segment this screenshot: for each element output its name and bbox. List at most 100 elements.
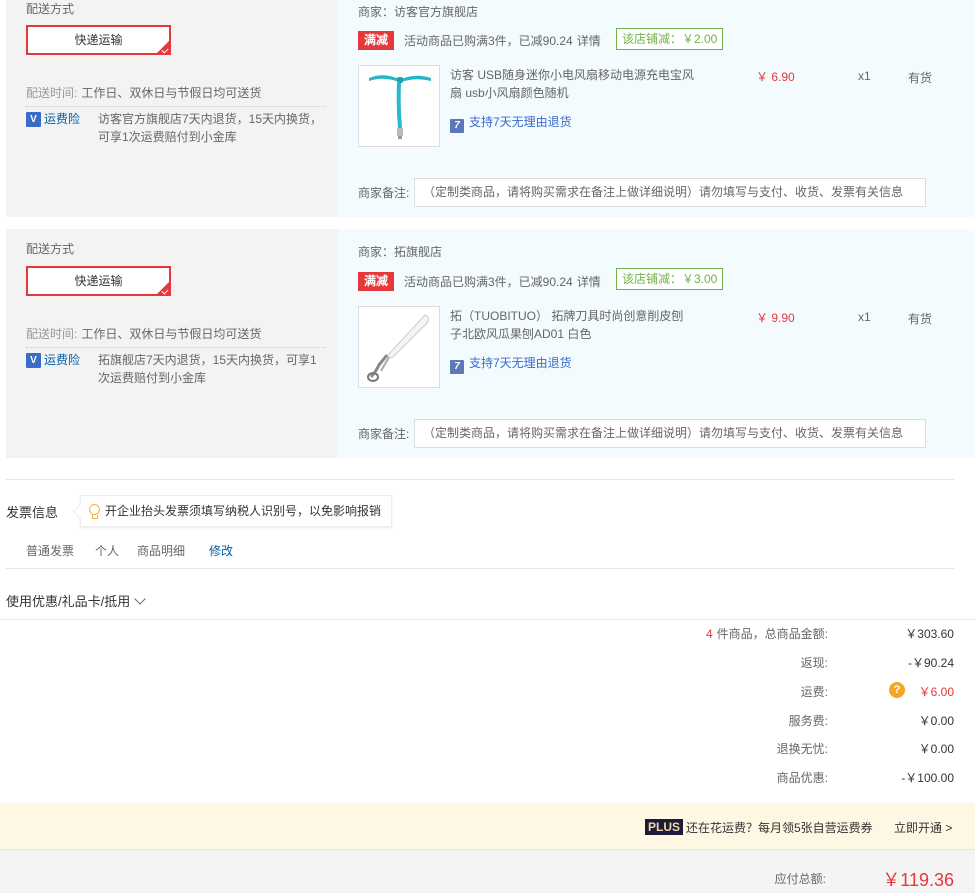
delivery-time-label: 配送时间: [26, 327, 78, 341]
shipment-block-1: 配送方式 快递运输 配送时间: 工作日、双休日与节假日均可送货 V 运费险 访客官… [6, 0, 975, 217]
promo-text: 活动商品已购满3件，已减90.24 详情 [404, 273, 601, 290]
divider [0, 619, 975, 620]
delivery-time-value: 工作日、双休日与节假日均可送货 [81, 86, 262, 100]
invoice-header: 个人 [95, 544, 120, 558]
product-name[interactable]: 拓（TUOBITUO） 拓牌刀具时尚创意削皮刨子北欧风瓜果刨AD01 白色 [450, 307, 695, 343]
promo-tag: 满减 [358, 272, 395, 291]
seven-days-icon: 7 [450, 119, 464, 133]
item-count: 4 [705, 627, 713, 641]
remark-label: 商家备注: [358, 186, 410, 200]
return-policy: 7 支持7天无理由退货 [450, 354, 572, 374]
summary-discount-label: 商品优惠: [776, 771, 828, 785]
order-panel: 商家：访客官方旗舰店 满减 活动商品已购满3件，已减90.24 详情 该店铺减：￥… [338, 0, 975, 217]
delivery-time: 配送时间: 工作日、双休日与节假日均可送货 [26, 84, 261, 101]
remark-label: 商家备注: [358, 427, 410, 441]
product-quantity: x1 [858, 310, 871, 324]
summary-service-value: ￥0.00 [918, 714, 954, 728]
shipping-method-button[interactable]: 快递运输 [26, 266, 171, 296]
peeler-image-svg [367, 314, 430, 382]
summary-worry-free-value: ￥0.00 [918, 742, 954, 756]
promo-detail-link[interactable]: 详情 [577, 34, 601, 48]
product-quantity: x1 [858, 69, 871, 83]
plus-promo-bar: PLUS 还在花运费？每月领5张自营运费券 立即开通 > [0, 803, 975, 849]
promo-text: 活动商品已购满3件，已减90.24 详情 [404, 32, 601, 49]
shield-icon: V [26, 112, 41, 127]
summary-total-goods: 4 件商品，总商品金额: ￥303.60 [0, 625, 975, 645]
coupon-toggle[interactable]: 使用优惠/礼品卡/抵用 [6, 591, 146, 610]
seller-name: 商家：拓旗舰店 [358, 245, 443, 259]
usb-fan-image[interactable] [358, 65, 440, 147]
invoice-tip: 开企业抬头发票须填写纳税人识别号，以免影响报销 [80, 495, 393, 527]
delivery-time: 配送时间: 工作日、双休日与节假日均可送货 [26, 325, 261, 342]
summary-discount-value: -￥100.00 [901, 771, 954, 785]
order-panel: 商家：拓旗舰店 满减 活动商品已购满3件，已减90.24 详情 该店铺减：￥3.0… [338, 229, 975, 458]
shipping-panel: 配送方式 快递运输 配送时间: 工作日、双休日与节假日均可送货 V 运费险 拓旗舰… [6, 229, 338, 458]
promo-desc: 活动商品已购满3件，已减90.24 [404, 34, 573, 48]
payment-label: 应付总额: [774, 872, 826, 886]
insurance-link[interactable]: 运费险 [44, 110, 80, 127]
plus-open-link[interactable]: 立即开通 > [894, 819, 952, 836]
item-count-label: 件商品，总商品金额: [716, 627, 828, 641]
remark-input[interactable]: （定制类商品，请将购买需求在备注上做详细说明）请勿填写与支付、收货、发票有关信息 [414, 178, 926, 207]
delivery-time-label: 配送时间: [26, 86, 78, 100]
summary-total-goods-label: 4 件商品，总商品金额: [706, 625, 828, 642]
shipping-method-label: 快递运输 [74, 274, 123, 288]
summary-total-goods-value: ￥303.60 [905, 627, 954, 641]
chevron-down-icon [134, 593, 146, 605]
summary-freight: 运费: ? ￥6.00 [0, 682, 975, 703]
promo-desc: 活动商品已购满3件，已减90.24 [404, 275, 573, 289]
divider [26, 347, 326, 348]
shipping-label: 配送方式 [26, 2, 75, 16]
invoice-content: 商品明细 [137, 544, 186, 558]
product-name[interactable]: 访客 USB随身迷你小电风扇移动电源充电宝风扇 usb小风扇颜色随机 [450, 66, 695, 102]
insurance-link[interactable]: 运费险 [44, 351, 80, 368]
invoice-tip-text: 开企业抬头发票须填写纳税人识别号，以免影响报销 [105, 504, 382, 518]
invoice-title: 发票信息 [6, 505, 59, 520]
insurance-desc: 访客官方旗舰店7天内退货，15天内换货，可享1次运费赔付到小金库 [98, 112, 323, 144]
lightbulb-icon [89, 504, 100, 519]
summary-worry-free-label: 退换无忧: [776, 742, 828, 756]
payment-bar: 应付总额: ￥119.36 [0, 849, 975, 893]
peeler-image[interactable] [358, 306, 440, 388]
shipping-label: 配送方式 [26, 242, 75, 256]
store-discount: 该店铺减：￥2.00 [616, 28, 724, 50]
summary-rebate-label: 返现: [800, 656, 828, 670]
payment-total: ￥119.36 [882, 870, 954, 890]
question-icon[interactable]: ? [889, 682, 905, 698]
divider [26, 106, 326, 107]
return-policy-label: 支持7天无理由退货 [469, 356, 572, 370]
product-price: ￥ 9.90 [756, 311, 795, 325]
stock-status: 有货 [908, 312, 933, 326]
divider [6, 479, 954, 480]
summary-rebate: 返现: -￥90.24 [0, 654, 975, 674]
return-policy-label: 支持7天无理由退货 [469, 115, 572, 129]
shipping-method-button[interactable]: 快递运输 [26, 25, 171, 55]
summary-discount: 商品优惠: -￥100.00 [0, 769, 975, 789]
summary-freight-label: 运费: [800, 685, 828, 699]
seven-days-icon: 7 [450, 360, 464, 374]
product-price: ￥ 6.90 [756, 70, 795, 84]
usb-fan-image-svg [369, 75, 431, 139]
shipping-method-label: 快递运输 [74, 33, 123, 47]
stock-status: 有货 [908, 71, 933, 85]
invoice-type: 普通发票 [26, 544, 75, 558]
coupon-label: 使用优惠/礼品卡/抵用 [6, 594, 131, 609]
plus-tag: PLUS [645, 819, 684, 835]
insurance-desc: 拓旗舰店7天内退货，15天内换货，可享1次运费赔付到小金库 [98, 353, 317, 385]
summary-service: 服务费: ￥0.00 [0, 712, 975, 732]
return-policy: 7 支持7天无理由退货 [450, 113, 572, 133]
plus-text: 还在花运费？每月领5张自营运费券 [686, 821, 873, 835]
seller-name: 商家：访客官方旗舰店 [358, 5, 479, 19]
promo-detail-link[interactable]: 详情 [577, 275, 601, 289]
invoice-edit-link[interactable]: 修改 [209, 542, 233, 559]
summary-worry-free: 退换无忧: ￥0.00 [0, 740, 975, 760]
store-discount: 该店铺减：￥3.00 [616, 268, 724, 290]
remark-input[interactable]: （定制类商品，请将购买需求在备注上做详细说明）请勿填写与支付、收货、发票有关信息 [414, 419, 926, 448]
shipment-block-2: 配送方式 快递运输 配送时间: 工作日、双休日与节假日均可送货 V 运费险 拓旗舰… [6, 229, 975, 458]
summary-service-label: 服务费: [788, 714, 828, 728]
delivery-time-value: 工作日、双休日与节假日均可送货 [81, 327, 262, 341]
shield-icon: V [26, 353, 41, 368]
summary-freight-value: ￥6.00 [918, 685, 954, 699]
shipping-panel: 配送方式 快递运输 配送时间: 工作日、双休日与节假日均可送货 V 运费险 访客官… [6, 0, 338, 217]
summary-rebate-value: -￥90.24 [907, 656, 954, 670]
